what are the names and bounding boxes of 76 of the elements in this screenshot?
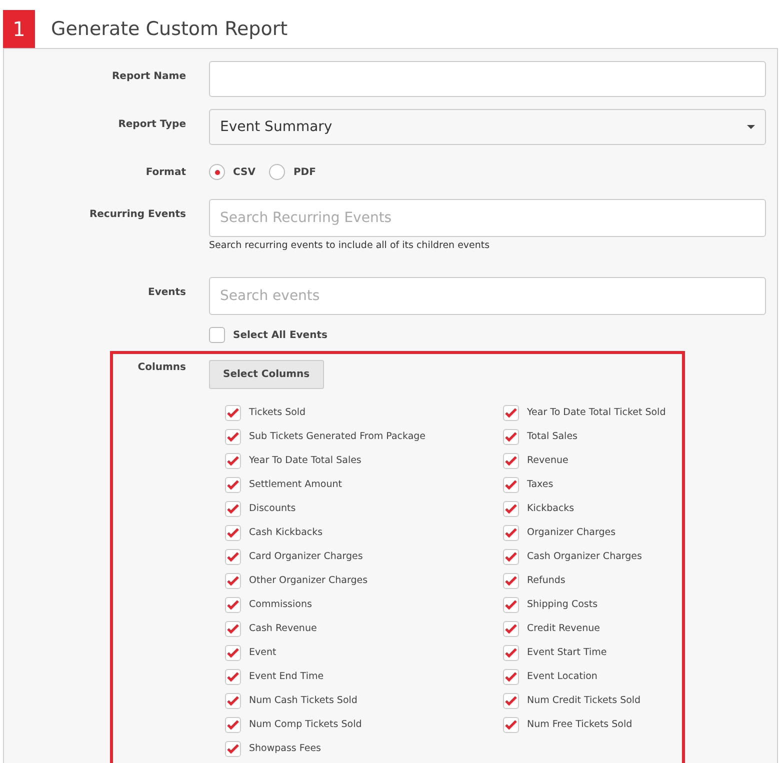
report-name-field[interactable]	[209, 61, 766, 97]
check-icon	[227, 408, 239, 418]
field-label: Recurring Events	[88, 208, 186, 222]
check-icon	[227, 528, 239, 538]
field-label: Events	[147, 286, 186, 300]
column-checkbox[interactable]: Commissions	[225, 597, 503, 614]
events-search-field[interactable]: Search events	[209, 277, 766, 316]
column-checkbox[interactable]: Shipping Costs	[503, 597, 703, 614]
column-checkbox[interactable]: Refunds	[503, 573, 703, 590]
column-checkbox[interactable]: Event End Time	[225, 669, 503, 686]
field-label: Format	[144, 166, 186, 180]
check-icon	[505, 504, 517, 514]
check-icon	[505, 456, 517, 466]
check-icon	[505, 576, 517, 586]
check-icon	[227, 672, 239, 682]
column-checkbox[interactable]: Card Organizer Charges	[225, 549, 503, 566]
field-label: Columns	[136, 361, 186, 376]
column-checkbox[interactable]: Credit Revenue	[503, 621, 703, 638]
check-icon	[227, 576, 239, 586]
column-checkbox[interactable]: Other Organizer Charges	[225, 573, 503, 590]
check-icon	[505, 600, 517, 610]
column-checkbox[interactable]: Cash Kickbacks	[225, 525, 503, 542]
recurring-events-search-field[interactable]: Search Recurring Events	[209, 199, 766, 237]
check-icon	[227, 504, 239, 514]
column-checkbox[interactable]: Event	[225, 645, 503, 662]
select-all-checkbox[interactable]: Select All Events	[209, 327, 766, 344]
column-checkbox[interactable]: Year To Date Total Sales	[225, 453, 503, 470]
check-icon	[505, 432, 517, 442]
report-type-select[interactable]: Event Summary	[209, 109, 766, 145]
column-checkbox[interactable]: Cash Revenue	[225, 621, 503, 638]
check-icon	[505, 648, 517, 658]
column-checkbox[interactable]: Organizer Charges	[503, 525, 703, 542]
select-columns-button[interactable]: Select Columns	[209, 360, 324, 390]
check-icon	[505, 720, 517, 730]
column-checkbox[interactable]: Num Comp Tickets Sold	[225, 717, 503, 734]
column-checkbox[interactable]: Total Sales	[503, 429, 703, 446]
check-icon	[227, 432, 239, 442]
format-radio[interactable]: CSV	[209, 164, 256, 180]
column-checkbox[interactable]: Event Start Time	[503, 645, 703, 662]
check-icon	[505, 696, 517, 706]
column-checkbox[interactable]: Settlement Amount	[225, 477, 503, 494]
column-checkbox[interactable]: Num Free Tickets Sold	[503, 717, 703, 734]
step-badge: 1	[3, 10, 35, 48]
check-icon	[505, 408, 517, 418]
format-radio[interactable]: PDF	[269, 164, 316, 180]
column-checkbox[interactable]: Revenue	[503, 453, 703, 470]
check-icon	[227, 744, 239, 754]
column-checkbox[interactable]: Sub Tickets Generated From Package	[225, 429, 503, 446]
page-title: Generate Custom Report	[51, 16, 288, 42]
column-checkbox[interactable]: Kickbacks	[503, 501, 703, 518]
column-checkbox[interactable]: Showpass Fees	[225, 741, 503, 758]
check-icon	[227, 648, 239, 658]
check-icon	[227, 552, 239, 562]
check-icon	[227, 456, 239, 466]
column-checkbox[interactable]: Num Credit Tickets Sold	[503, 693, 703, 710]
column-checkbox[interactable]: Discounts	[225, 501, 503, 518]
field-label: Report Type	[117, 118, 186, 132]
check-icon	[505, 552, 517, 562]
field-hint: Search recurring events to include all of its children events	[209, 239, 491, 253]
caret-icon	[747, 125, 755, 129]
check-icon	[227, 600, 239, 610]
column-checkbox[interactable]: Cash Organizer Charges	[503, 549, 703, 566]
column-checkbox[interactable]: Taxes	[503, 477, 703, 494]
column-checkbox[interactable]: Tickets Sold	[225, 405, 503, 422]
check-icon	[227, 720, 239, 730]
field-label: Report Name	[110, 70, 186, 84]
column-checkbox[interactable]: Num Cash Tickets Sold	[225, 693, 503, 710]
check-icon	[505, 672, 517, 682]
check-icon	[227, 480, 239, 490]
check-icon	[227, 624, 239, 634]
check-icon	[505, 528, 517, 538]
column-checkbox[interactable]: Year To Date Total Ticket Sold	[503, 405, 703, 422]
check-icon	[505, 480, 517, 490]
check-icon	[227, 696, 239, 706]
column-checkbox[interactable]: Event Location	[503, 669, 703, 686]
check-icon	[505, 624, 517, 634]
